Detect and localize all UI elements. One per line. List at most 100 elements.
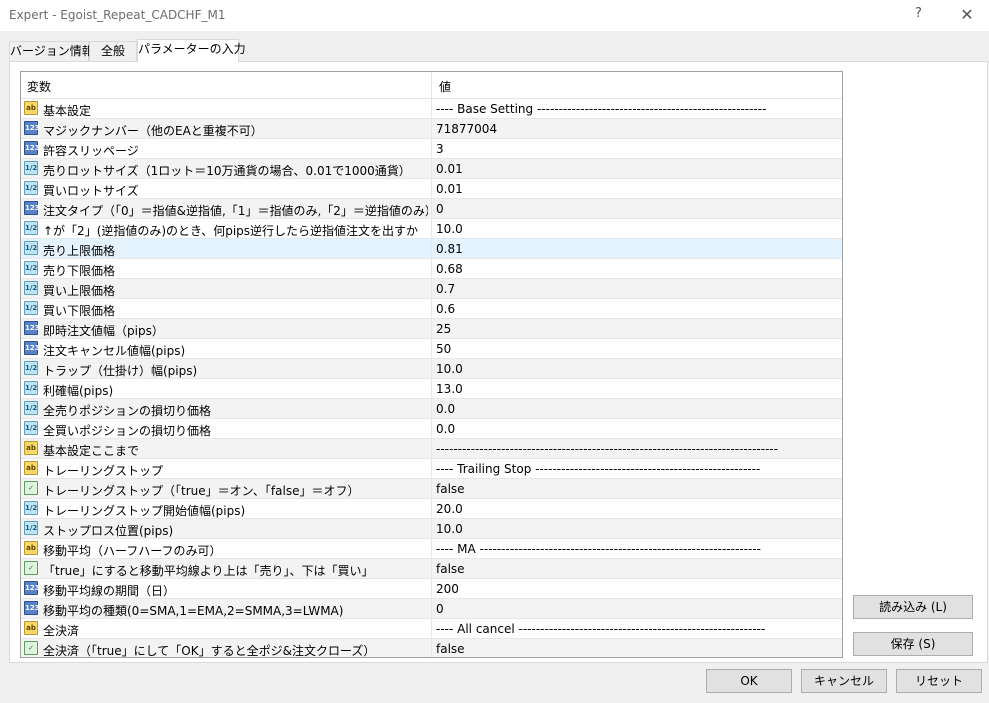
parameter-row[interactable]: 1/2 利確幅(pips) 13.0 xyxy=(21,379,842,399)
parameter-value[interactable]: ---- Base Setting ----------------------… xyxy=(436,102,841,116)
title-bar: Expert - Egoist_Repeat_CADCHF_M1 ? ✕ xyxy=(0,0,989,31)
parameter-row[interactable]: 1/2 トレーリングストップ開始値幅(pips) 20.0 xyxy=(21,499,842,519)
parameter-value[interactable]: 25 xyxy=(436,322,841,336)
cancel-button[interactable]: キャンセル xyxy=(801,669,887,693)
cell-divider xyxy=(431,99,432,119)
cell-divider xyxy=(431,579,432,599)
parameter-row[interactable]: 1/2 全買いポジションの損切り価格 0.0 xyxy=(21,419,842,439)
parameter-value[interactable]: 0 xyxy=(436,602,841,616)
tab-general[interactable]: 全般 xyxy=(89,41,137,61)
parameter-row[interactable]: 123 移動平均線の期間（日） 200 xyxy=(21,579,842,599)
cell-divider xyxy=(431,619,432,639)
help-icon[interactable]: ? xyxy=(915,6,922,21)
parameter-name: 注文キャンセル値幅(pips) xyxy=(43,344,186,358)
parameter-row[interactable]: ab トレーリングストップ ---- Trailing Stop ---------… xyxy=(21,459,842,479)
parameter-value[interactable]: 3 xyxy=(436,142,841,156)
parameter-row[interactable]: 1/2 買い下限価格 0.6 xyxy=(21,299,842,319)
reset-button[interactable]: リセット xyxy=(896,669,982,693)
cell-divider xyxy=(431,519,432,539)
ok-button[interactable]: OK xyxy=(706,669,792,693)
parameter-row[interactable]: ab 全決済 ---- All cancel -------------------… xyxy=(21,619,842,639)
parameter-value[interactable]: ---- All cancel ------------------------… xyxy=(436,622,841,636)
parameter-value[interactable]: 71877004 xyxy=(436,122,841,136)
parameter-value[interactable]: false xyxy=(436,642,841,656)
parameter-value[interactable]: 0.7 xyxy=(436,282,841,296)
parameter-value[interactable]: ----------------------------------------… xyxy=(436,442,841,456)
parameter-row[interactable]: 1/2 全売りポジションの損切り価格 0.0 xyxy=(21,399,842,419)
parameter-value[interactable]: 50 xyxy=(436,342,841,356)
parameter-name: 売り下限価格 xyxy=(43,264,116,278)
parameter-value[interactable]: 0.0 xyxy=(436,422,841,436)
parameter-value[interactable]: 10.0 xyxy=(436,522,841,536)
cell-divider xyxy=(431,239,432,259)
parameter-name: 全決済（「true」にして「OK」すると全ポジ&注文クローズ） xyxy=(43,644,376,658)
parameter-value[interactable]: false xyxy=(436,562,841,576)
parameter-name: 移動平均線の期間（日） xyxy=(43,584,176,598)
parameter-row[interactable]: ✓ 全決済（「true」にして「OK」すると全ポジ&注文クローズ） false xyxy=(21,639,842,658)
parameter-value[interactable]: 0 xyxy=(436,202,841,216)
int-type-icon: 123 xyxy=(24,141,40,155)
string-type-icon: ab xyxy=(24,461,38,475)
parameter-row[interactable]: 123 マジックナンバー（他のEAと重複不可） 71877004 xyxy=(21,119,842,139)
parameter-value[interactable]: 20.0 xyxy=(436,502,841,516)
parameter-row[interactable]: ab 基本設定ここまで ------------------------------… xyxy=(21,439,842,459)
parameter-value[interactable]: 10.0 xyxy=(436,362,841,376)
parameter-value[interactable]: 0.68 xyxy=(436,262,841,276)
cell-divider xyxy=(431,439,432,459)
column-header-variable[interactable]: 変数 xyxy=(27,78,51,95)
parameter-row[interactable]: ✓ 「true」にすると移動平均線より上は「売り」、下は「買い」 false xyxy=(21,559,842,579)
tab-version-info[interactable]: バージョン情報 xyxy=(9,41,94,61)
parameter-row[interactable]: 123 許容スリッページ 3 xyxy=(21,139,842,159)
parameter-value[interactable]: 10.0 xyxy=(436,222,841,236)
int-type-icon: 123 xyxy=(24,201,40,215)
double-type-icon: 1/2 xyxy=(24,421,38,435)
parameter-value[interactable]: 0.01 xyxy=(436,162,841,176)
parameter-row[interactable]: ✓ トレーリングストップ（「true」＝オン、「false」＝オフ） false xyxy=(21,479,842,499)
parameter-value[interactable]: 0.0 xyxy=(436,402,841,416)
column-divider[interactable] xyxy=(431,72,432,98)
double-type-icon: 1/2 xyxy=(24,261,38,275)
cell-divider xyxy=(431,179,432,199)
double-type-icon: 1/2 xyxy=(24,381,38,395)
parameter-name: トラップ（仕掛け）幅(pips) xyxy=(43,364,198,378)
parameter-value[interactable]: ---- MA --------------------------------… xyxy=(436,542,841,556)
parameter-value[interactable]: 0.81 xyxy=(436,242,841,256)
parameter-row[interactable]: 123 注文タイプ（「0」＝指値&逆指値,「1」＝指値のみ,「2」＝逆指値のみ） 0 xyxy=(21,199,842,219)
string-type-icon: ab xyxy=(24,541,38,555)
double-type-icon: 1/2 xyxy=(24,361,38,375)
parameter-row[interactable]: 1/2 ↑が「2」(逆指値のみ)のとき、何pips逆行したら逆指値注文を出すか 10… xyxy=(21,219,842,239)
parameter-value[interactable]: 0.6 xyxy=(436,302,841,316)
parameter-value[interactable]: 0.01 xyxy=(436,182,841,196)
column-header-value[interactable]: 値 xyxy=(439,78,451,95)
parameter-row[interactable]: 123 注文キャンセル値幅(pips) 50 xyxy=(21,339,842,359)
parameter-value[interactable]: 13.0 xyxy=(436,382,841,396)
double-type-icon: 1/2 xyxy=(24,301,38,315)
close-icon[interactable]: ✕ xyxy=(957,6,977,26)
parameter-row[interactable]: ab 移動平均（ハーフハーフのみ可） ---- MA ---------------… xyxy=(21,539,842,559)
string-type-icon: ab xyxy=(24,101,38,115)
parameter-row[interactable]: 1/2 買いロットサイズ 0.01 xyxy=(21,179,842,199)
parameter-grid[interactable]: 変数 値 ab 基本設定 ---- Base Setting -----------… xyxy=(20,71,843,658)
load-button[interactable]: 読み込み (L) xyxy=(853,595,973,619)
parameter-name: 全売りポジションの損切り価格 xyxy=(43,404,212,418)
save-button[interactable]: 保存 (S) xyxy=(853,632,973,656)
parameter-value[interactable]: 200 xyxy=(436,582,841,596)
parameter-row[interactable]: 1/2 ストップロス位置(pips) 10.0 xyxy=(21,519,842,539)
string-type-icon: ab xyxy=(24,441,38,455)
parameter-row[interactable]: 1/2 買い上限価格 0.7 xyxy=(21,279,842,299)
double-type-icon: 1/2 xyxy=(24,161,38,175)
parameter-row[interactable]: 1/2 売り下限価格 0.68 xyxy=(21,259,842,279)
parameter-row[interactable]: ab 基本設定 ---- Base Setting ----------------… xyxy=(21,99,842,119)
cell-divider xyxy=(431,599,432,619)
parameter-row[interactable]: 123 即時注文値幅（pips） 25 xyxy=(21,319,842,339)
tab-parameters[interactable]: パラメーターの入力 xyxy=(137,39,246,62)
parameter-row[interactable]: 1/2 売り上限価格 0.81 xyxy=(21,239,842,259)
parameter-name: 全買いポジションの損切り価格 xyxy=(43,424,212,438)
parameter-value[interactable]: ---- Trailing Stop ---------------------… xyxy=(436,462,841,476)
parameter-name: 売りロットサイズ（1ロット＝10万通貨の場合、0.01で1000通貨） xyxy=(43,164,411,178)
parameter-row[interactable]: 123 移動平均の種類(0=SMA,1=EMA,2=SMMA,3=LWMA) 0 xyxy=(21,599,842,619)
parameter-row[interactable]: 1/2 売りロットサイズ（1ロット＝10万通貨の場合、0.01で1000通貨） 0.… xyxy=(21,159,842,179)
parameter-value[interactable]: false xyxy=(436,482,841,496)
parameter-name: トレーリングストップ xyxy=(43,464,164,478)
parameter-row[interactable]: 1/2 トラップ（仕掛け）幅(pips) 10.0 xyxy=(21,359,842,379)
